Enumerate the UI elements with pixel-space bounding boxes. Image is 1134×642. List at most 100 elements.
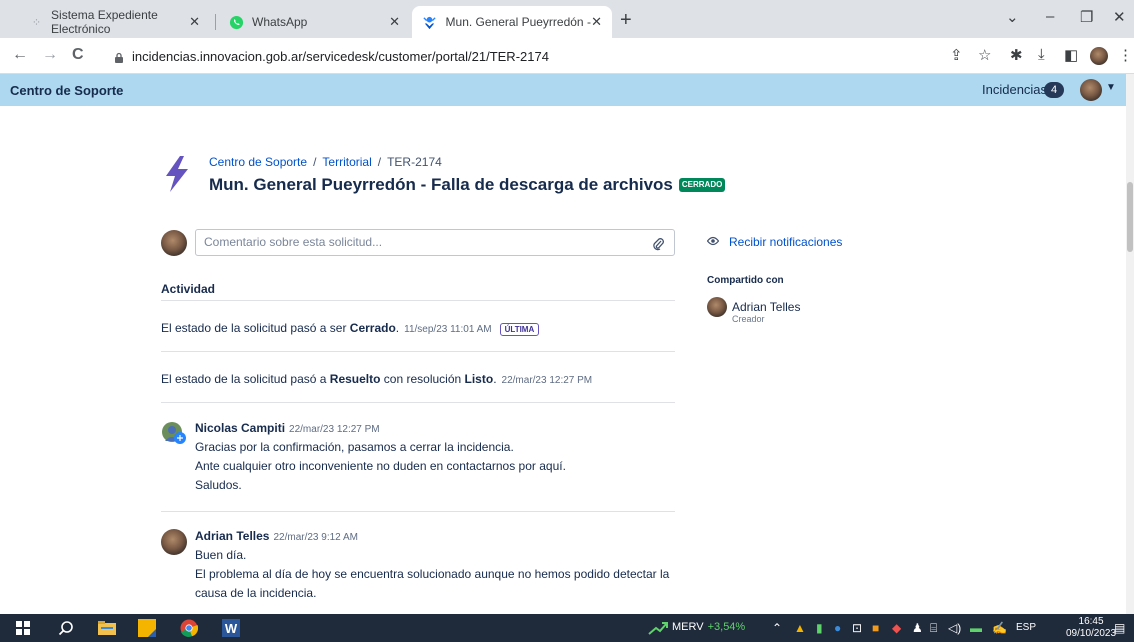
tray-app-icon[interactable]: ⊡ (852, 621, 862, 635)
svg-text:W: W (225, 621, 238, 636)
avatar (707, 297, 727, 317)
activity-event: El estado de la solicitud pasó a Resuelt… (161, 372, 592, 386)
comment-line: Buen día. (195, 548, 247, 562)
tray-app-icon[interactable]: ■ (872, 621, 879, 635)
breadcrumb-territorial[interactable]: Territorial (322, 155, 371, 169)
tray-app-icon[interactable]: ◆ (892, 621, 901, 635)
tray-app-icon[interactable]: ♟ (912, 621, 923, 635)
vlc-icon[interactable]: ▲ (794, 621, 806, 635)
network-icon[interactable]: ⌸ (930, 621, 937, 636)
file-explorer-icon[interactable] (98, 614, 116, 642)
sidepanel-icon[interactable]: ◧ (1064, 46, 1078, 64)
search-icon[interactable] (58, 614, 74, 642)
tray-app-icon[interactable]: ▮ (816, 621, 823, 635)
event-timestamp: 11/sep/23 11:01 AM (404, 324, 492, 335)
latest-badge: ÚLTIMA (499, 323, 540, 336)
page-title: Mun. General Pueyrredón - Falla de desca… (209, 175, 673, 194)
tab-whatsapp[interactable]: WhatsApp ✕ (218, 6, 410, 38)
language-indicator[interactable]: ESP (1016, 622, 1036, 633)
chrome-icon[interactable] (180, 614, 198, 642)
event-timestamp: 22/mar/23 12:27 PM (501, 375, 593, 386)
breadcrumb-current: TER-2174 (387, 155, 442, 169)
lock-icon (114, 51, 124, 63)
comment-line: causa de la incidencia. (195, 586, 317, 600)
new-tab-button[interactable]: + (620, 10, 632, 30)
chevron-down-icon[interactable]: ▼ (1106, 82, 1116, 93)
ticker-name: MERV (672, 621, 704, 633)
shared-user-name: Adrian Telles (732, 300, 801, 314)
windows-start-icon[interactable] (16, 614, 30, 642)
pen-icon[interactable]: ✍ (992, 621, 1007, 635)
shared-heading: Compartido con (707, 275, 784, 286)
tab-expediente[interactable]: ⁘ Sistema Expediente Electrónico ✕ (20, 6, 210, 38)
bookmark-star-icon[interactable]: ☆ (978, 46, 991, 64)
event-text: El estado de la solicitud pasó a (161, 372, 330, 386)
address-bar[interactable]: incidencias.innovacion.gob.ar/servicedes… (100, 42, 980, 70)
share-icon[interactable]: ⇪ (950, 46, 963, 64)
shared-user-role: Creador (732, 314, 765, 324)
status-badge: CERRADO (678, 178, 726, 192)
back-icon[interactable]: ← (12, 46, 28, 64)
windows-taskbar: W MERV +3,54% ⌃ ▲ ▮ ● ⊡ ■ ◆ ♟ ⌸ ◁) ▬ ✍ ES… (0, 614, 1134, 642)
clock-date: 09/10/2023 (1066, 628, 1117, 639)
avatar (161, 529, 187, 555)
close-icon[interactable]: ✕ (389, 14, 400, 30)
comment-timestamp: 22/mar/23 12:27 PM (289, 424, 380, 435)
scrollbar-thumb[interactable] (1127, 182, 1133, 252)
clock[interactable]: 16:45 09/10/2023 (1066, 616, 1116, 640)
comment-line: Ante cualquier otro inconveniente no dud… (195, 459, 566, 473)
incidencias-count-badge: 4 (1044, 82, 1064, 98)
download-icon[interactable]: ⤓ (1038, 46, 1045, 63)
comment-input[interactable] (204, 235, 644, 249)
event-resolution: Listo (464, 372, 494, 386)
comment-field[interactable] (195, 229, 675, 256)
tray-app-icon[interactable]: ● (834, 621, 841, 635)
portal-brand[interactable]: Centro de Soporte (10, 83, 123, 98)
comment-body: Gracias por la confirmación, pasamos a c… (195, 438, 566, 495)
page-scrollbar[interactable] (1126, 74, 1134, 614)
breadcrumb-separator: / (313, 155, 317, 169)
comment-timestamp: 22/mar/23 9:12 AM (273, 532, 358, 543)
comment-header: Adrian Telles 22/mar/23 9:12 AM (195, 529, 358, 543)
event-text: con resolución (380, 372, 465, 386)
breadcrumb-home[interactable]: Centro de Soporte (209, 155, 307, 169)
comment-author: Adrian Telles (195, 529, 270, 543)
forward-icon[interactable]: → (42, 46, 58, 64)
word-icon[interactable]: W (222, 614, 240, 642)
notification-center-icon[interactable]: ▤ (1114, 621, 1125, 635)
request-title-row: Mun. General Pueyrredón - Falla de desca… (209, 175, 726, 195)
browser-toolbar: ← → C incidencias.innovacion.gob.ar/serv… (0, 38, 1134, 74)
browser-tab-strip: ⁘ Sistema Expediente Electrónico ✕ Whats… (0, 0, 1134, 38)
notifications-toggle[interactable]: Recibir notificaciones (706, 235, 842, 249)
tab-title: Mun. General Pueyrredón - Falla (445, 15, 592, 29)
tab-separator (215, 14, 216, 30)
stock-ticker[interactable]: MERV +3,54% (672, 621, 745, 633)
profile-avatar[interactable] (1090, 47, 1108, 65)
battery-icon[interactable]: ▬ (970, 621, 982, 635)
sticky-app-icon[interactable] (138, 614, 156, 642)
portal-header: Centro de Soporte Incidencias 4 ▼ (0, 74, 1126, 106)
comment-body: Buen día. El problema al día de hoy se e… (195, 546, 669, 603)
volume-icon[interactable]: ◁) (948, 621, 961, 635)
chevron-down-icon[interactable]: ⌄ (1006, 8, 1019, 26)
event-text: El estado de la solicitud pasó a ser (161, 321, 350, 335)
close-window-button[interactable]: ✕ (1113, 8, 1126, 26)
incidencias-link[interactable]: Incidencias (982, 82, 1047, 97)
avatar (161, 230, 187, 256)
close-icon[interactable]: ✕ (189, 14, 200, 30)
menu-icon[interactable]: ⋮ (1118, 46, 1133, 64)
chevron-up-icon[interactable]: ⌃ (772, 621, 782, 635)
user-avatar[interactable] (1080, 79, 1102, 101)
close-icon[interactable]: ✕ (591, 14, 602, 30)
whatsapp-icon (228, 14, 244, 30)
comment-author: Nicolas Campiti (195, 421, 286, 435)
eye-icon (706, 235, 720, 249)
restore-button[interactable]: ❐ (1080, 8, 1093, 26)
expediente-icon: ⁘ (31, 16, 42, 29)
paperclip-icon[interactable] (652, 235, 664, 260)
extensions-icon[interactable]: ✱ (1010, 46, 1023, 64)
reload-icon[interactable]: C (72, 46, 84, 64)
minimize-button[interactable]: – (1046, 8, 1054, 25)
tab-request[interactable]: Mun. General Pueyrredón - Falla ✕ (412, 6, 612, 38)
ticker-change: +3,54% (707, 621, 746, 633)
